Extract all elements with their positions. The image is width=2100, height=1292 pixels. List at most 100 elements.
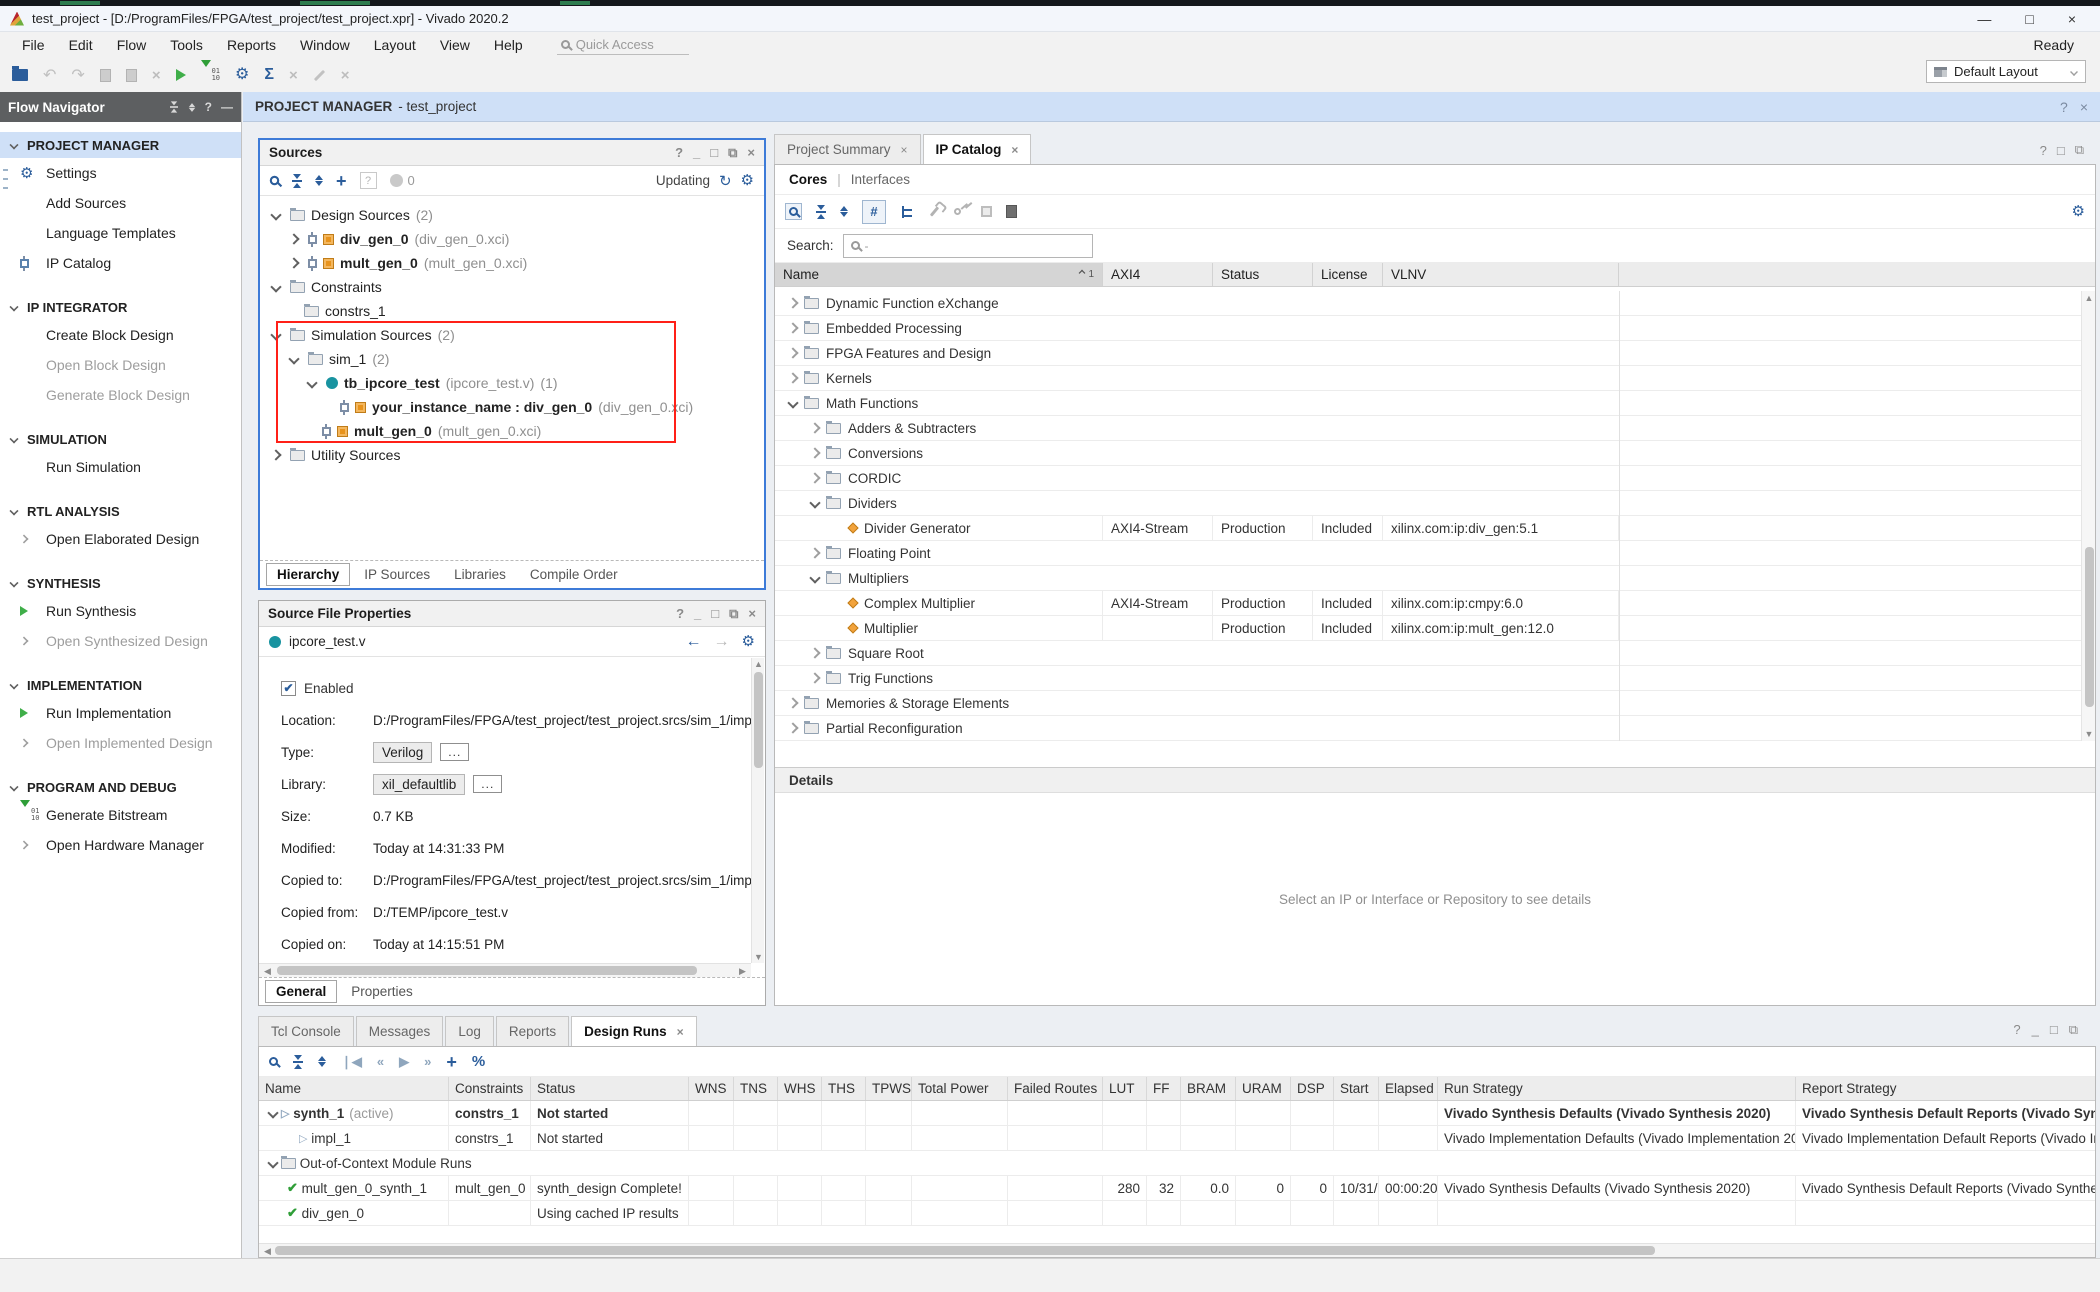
sidebar-section-simulation[interactable]: SIMULATION (0, 426, 241, 452)
float-icon[interactable]: ⧉ (2075, 142, 2084, 158)
sidebar-item-open-synthesized-design[interactable]: Open Synthesized Design (0, 626, 241, 656)
customize-wrench-icon[interactable] (930, 206, 939, 216)
chevron-right-icon[interactable] (809, 672, 820, 683)
chevron-right-icon[interactable] (787, 322, 798, 333)
edit-pencil-icon[interactable] (314, 69, 325, 80)
catalog-category-row[interactable]: Adders & Subtracters (775, 416, 2081, 441)
paste-icon[interactable] (126, 69, 137, 82)
chevron-right-icon[interactable] (787, 347, 798, 358)
tab-tcl-console[interactable]: Tcl Console (258, 1016, 354, 1046)
search-icon[interactable] (269, 1057, 278, 1066)
maximize-icon[interactable]: □ (2050, 1022, 2058, 1038)
vertical-scrollbar[interactable]: ▲ ▼ (751, 658, 764, 963)
tree-item-div-gen-0[interactable]: div_gen_0(div_gen_0.xci) (260, 227, 764, 251)
tree-item-utility-sources[interactable]: Utility Sources (260, 443, 764, 467)
first-run-icon[interactable]: ❘◀ (341, 1054, 362, 1070)
layout-selector[interactable]: Default Layout (1926, 60, 2086, 83)
gear-icon[interactable]: ⚙ (2072, 204, 2085, 219)
chevron-down-icon[interactable] (267, 1157, 278, 1168)
minimize-button[interactable]: — (1977, 11, 1991, 27)
float-icon[interactable]: ⧉ (729, 606, 738, 622)
taxonomy-tree-icon[interactable] (900, 205, 915, 219)
back-arrow-icon[interactable]: ← (686, 633, 702, 651)
sidebar-section-ip-integrator[interactable]: IP INTEGRATOR (0, 294, 241, 320)
menu-flow[interactable]: Flow (105, 34, 159, 56)
tab-libraries[interactable]: Libraries (444, 564, 516, 585)
catalog-category-row[interactable]: Memories & Storage Elements (775, 691, 2081, 716)
subtab-cores[interactable]: Cores (789, 172, 827, 187)
type-more-button[interactable]: ... (440, 743, 469, 761)
close-icon[interactable]: × (901, 143, 908, 157)
repository-icon[interactable] (1006, 205, 1017, 218)
chevron-down-icon[interactable] (288, 353, 299, 364)
column-axi4[interactable]: AXI4 (1103, 263, 1213, 286)
chevron-right-icon[interactable] (809, 647, 820, 658)
chevron-right-icon[interactable] (787, 372, 798, 383)
chevron-right-icon[interactable] (787, 297, 798, 308)
report-sigma-icon[interactable]: Σ (264, 66, 274, 84)
sidebar-item-open-block-design[interactable]: Open Block Design (0, 350, 241, 380)
sidebar-item-run-simulation[interactable]: Run Simulation (0, 452, 241, 482)
undo-icon[interactable]: ↶ (43, 65, 56, 85)
minimize-icon[interactable]: _ (694, 606, 701, 621)
tree-item-tb-ipcore-test[interactable]: tb_ipcore_test(ipcore_test.v)(1) (260, 371, 764, 395)
sidebar-item-create-block-design[interactable]: Create Block Design (0, 320, 241, 350)
sidebar-item-open-implemented-design[interactable]: Open Implemented Design (0, 728, 241, 758)
catalog-category-row[interactable]: CORDIC (775, 466, 2081, 491)
close-icon[interactable]: × (1011, 143, 1018, 157)
run-row-impl-1[interactable]: ▷ impl_1 constrs_1 Not started Vivado Im… (259, 1126, 2095, 1151)
chevron-down-icon[interactable] (270, 329, 281, 340)
help-icon[interactable]: ? (2060, 99, 2068, 115)
tree-item-simulation-sources[interactable]: Simulation Sources(2) (260, 323, 764, 347)
copy-icon[interactable] (100, 69, 111, 82)
catalog-category-row[interactable]: Embedded Processing (775, 316, 2081, 341)
chevron-down-icon[interactable] (809, 572, 820, 583)
menu-window[interactable]: Window (288, 34, 362, 56)
delete-icon[interactable]: × (152, 67, 161, 84)
sidebar-item-open-hardware-manager[interactable]: Open Hardware Manager (0, 830, 241, 860)
collapse-all-icon[interactable] (292, 174, 302, 188)
license-key-icon[interactable] (953, 207, 963, 217)
menu-tools[interactable]: Tools (158, 34, 215, 56)
run-row-ooc-group[interactable]: Out-of-Context Module Runs (259, 1151, 2095, 1176)
tab-ip-catalog[interactable]: IP Catalog× (923, 134, 1032, 164)
sidebar-section-implementation[interactable]: IMPLEMENTATION (0, 672, 241, 698)
tree-item-sim-1[interactable]: sim_1(2) (260, 347, 764, 371)
close-button[interactable]: × (2068, 11, 2076, 27)
expand-all-icon[interactable] (840, 206, 848, 217)
menu-layout[interactable]: Layout (362, 34, 428, 56)
help-icon[interactable]: ? (2013, 1022, 2020, 1038)
collapse-all-icon[interactable] (816, 205, 826, 219)
tree-item-mult-gen-0[interactable]: mult_gen_0(mult_gen_0.xci) (260, 251, 764, 275)
menu-help[interactable]: Help (482, 34, 535, 56)
chevron-down-icon[interactable] (809, 497, 820, 508)
settings-gear-icon[interactable]: ⚙ (235, 67, 249, 83)
play-run-icon[interactable]: ▶ (399, 1054, 409, 1070)
sidebar-section-program-and-debug[interactable]: PROGRAM AND DEBUG (0, 774, 241, 800)
chevron-right-icon[interactable] (787, 722, 798, 733)
catalog-category-row[interactable]: Partial Reconfiguration (775, 716, 2081, 741)
run-row-synth-1[interactable]: ▷ synth_1(active) constrs_1 Not started … (259, 1101, 2095, 1126)
collapse-all-icon[interactable] (293, 1055, 303, 1069)
sidebar-item-run-synthesis[interactable]: Run Synthesis (0, 596, 241, 626)
float-icon[interactable]: ⧉ (2069, 1022, 2078, 1038)
minimize-panel-icon[interactable]: — (221, 100, 233, 114)
tab-general[interactable]: General (265, 980, 337, 1003)
sidebar-section-project-manager[interactable]: PROJECT MANAGER (0, 132, 241, 158)
close-icon[interactable]: × (2080, 99, 2088, 115)
open-project-icon[interactable] (12, 69, 28, 81)
sidebar-item-generate-bitstream[interactable]: 0110Generate Bitstream (0, 800, 241, 830)
run-icon[interactable] (176, 69, 186, 81)
gear-icon[interactable]: ⚙ (741, 173, 754, 188)
forward-arrow-icon[interactable]: → (714, 633, 730, 651)
chevron-right-icon[interactable] (809, 472, 820, 483)
tab-reports[interactable]: Reports (496, 1016, 569, 1046)
enabled-checkbox[interactable]: ✔ (281, 681, 296, 696)
percent-icon[interactable]: % (472, 1053, 485, 1070)
chevron-down-icon[interactable] (787, 397, 798, 408)
subtab-interfaces[interactable]: Interfaces (851, 172, 910, 187)
maximize-icon[interactable]: □ (710, 145, 718, 160)
sidebar-item-settings[interactable]: ⚙Settings (0, 158, 241, 188)
catalog-category-row[interactable]: Dynamic Function eXchange (775, 291, 2081, 316)
column-vlnv[interactable]: VLNV (1383, 263, 1619, 286)
